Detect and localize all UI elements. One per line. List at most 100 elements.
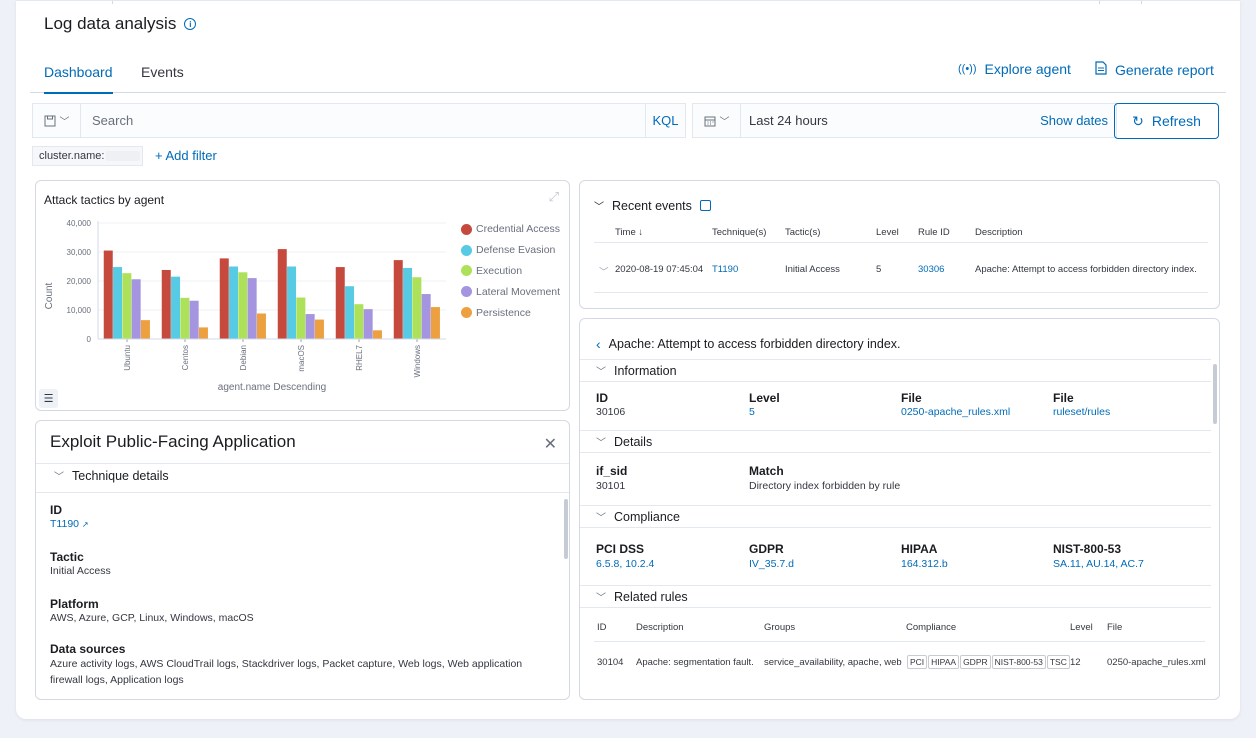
legend-swatch <box>461 286 472 298</box>
column-header[interactable]: Level <box>876 227 899 238</box>
kql-toggle[interactable]: KQL <box>645 104 685 137</box>
page-title: Log data analysis i <box>44 14 197 34</box>
column-header[interactable]: Description <box>975 227 1023 238</box>
y-tick-label: 40,000 <box>67 219 92 228</box>
chevron-down-icon[interactable]: ﹀ <box>599 264 609 278</box>
chevron-down-icon: ﹀ <box>54 472 64 483</box>
event-tactic: Initial Access <box>785 264 840 275</box>
divider <box>580 585 1211 586</box>
external-link-icon: ↗ <box>81 520 89 529</box>
close-icon[interactable]: ✕ <box>544 434 557 454</box>
column-header[interactable]: Groups <box>764 622 795 633</box>
info-icon[interactable]: i <box>184 18 197 30</box>
chevron-down-icon: ﹀ <box>719 117 730 128</box>
recent-events-panel: ﹀ Recent events Time ↓ Technique(s) Tact… <box>579 180 1220 309</box>
information-toggle[interactable]: ﹀ Information <box>596 363 677 379</box>
tab-events[interactable]: Events <box>141 64 184 92</box>
refresh-button[interactable]: ↻ Refresh <box>1114 103 1219 139</box>
redacted-value <box>106 151 141 161</box>
bar-ubuntu-0 <box>103 250 113 339</box>
related-rule-file[interactable]: 0250-apache_rules.xml <box>1107 657 1206 668</box>
column-header[interactable]: Description <box>636 622 684 633</box>
show-dates-link[interactable]: Show dates <box>1040 113 1116 128</box>
scrollbar[interactable] <box>564 499 568 559</box>
compliance-value[interactable]: 164.312.b <box>901 558 948 570</box>
rule-id-link[interactable]: 30306 <box>918 264 944 275</box>
recent-events-header[interactable]: ﹀ Recent events <box>594 198 711 213</box>
legend-item[interactable]: Credential Access <box>461 219 560 240</box>
technique-id-link[interactable]: T1190 <box>50 518 79 530</box>
divider <box>580 430 1211 431</box>
legend-label: Execution <box>476 264 523 277</box>
page-title-text: Log data analysis <box>44 14 177 33</box>
explore-agent-button[interactable]: ((•)) Explore agent <box>958 61 1071 77</box>
compliance-badge: HIPAA <box>928 655 960 669</box>
table-row[interactable]: ﹀ 2020-08-19 07:45:04 T1190 Initial Acce… <box>594 243 1208 293</box>
column-header[interactable]: Rule ID <box>918 227 950 238</box>
y-tick-label: 0 <box>87 335 92 344</box>
quick-date-menu[interactable]: ﹀ <box>693 104 741 137</box>
column-header[interactable]: File <box>1107 622 1122 633</box>
info-value[interactable]: ruleset/rules <box>1053 406 1110 418</box>
legend-swatch <box>461 307 472 319</box>
rule-detail-panel: ‹ Apache: Attempt to access forbidden di… <box>579 318 1220 700</box>
search-input[interactable]: Search <box>81 113 645 128</box>
legend-swatch <box>461 244 472 256</box>
technique-details-toggle[interactable]: ﹀ Technique details <box>54 468 169 484</box>
compliance-badge: PCI <box>907 655 928 669</box>
column-header[interactable]: Level <box>1070 622 1093 633</box>
compliance-badge: GDPR <box>960 655 991 669</box>
top-divider <box>112 1 113 4</box>
column-header[interactable]: Time ↓ <box>615 227 643 238</box>
info-label: ID <box>596 391 608 405</box>
detail-label: Match <box>749 464 784 478</box>
bar-windows-4 <box>430 307 440 339</box>
legend-item[interactable]: Defense Evasion <box>461 240 560 261</box>
technique-link[interactable]: T1190 <box>712 264 738 275</box>
calendar-icon <box>704 116 715 126</box>
related-rules-toggle[interactable]: ﹀ Related rules <box>596 589 688 605</box>
tab-dashboard[interactable]: Dashboard <box>44 64 113 94</box>
chart-legend: Credential Access Defense Evasion Executio… <box>461 219 560 323</box>
legend-item[interactable]: Persistence <box>461 302 560 323</box>
date-picker: ﹀ Last 24 hours Show dates <box>692 103 1117 138</box>
expand-icon[interactable]: ⤢ <box>549 189 559 205</box>
list-icon[interactable]: ☰ <box>39 389 58 408</box>
divider <box>36 492 569 493</box>
info-value[interactable]: 5 <box>749 406 755 418</box>
scrollbar[interactable] <box>1213 364 1217 424</box>
legend-item[interactable]: Lateral Movement <box>461 281 560 302</box>
generate-report-button[interactable]: Generate report <box>1095 61 1214 78</box>
field-value: T1190 ↗ <box>50 516 555 533</box>
column-header[interactable]: Tactic(s) <box>785 227 820 238</box>
chevron-down-icon: ﹀ <box>596 367 606 378</box>
compliance-value[interactable]: SA.11, AU.14, AC.7 <box>1053 558 1144 570</box>
legend-item[interactable]: Execution <box>461 261 560 282</box>
x-tick-label: macOS <box>297 345 306 372</box>
add-filter-button[interactable]: + Add filter <box>155 148 217 163</box>
bar-windows-1 <box>403 267 413 339</box>
compliance-value[interactable]: IV_35.7.d <box>749 558 794 570</box>
filter-pill-label: cluster.name: <box>39 150 105 162</box>
column-header[interactable]: Compliance <box>906 622 956 633</box>
column-header[interactable]: ID <box>597 622 607 633</box>
detail-label: if_sid <box>596 464 628 478</box>
legend-swatch <box>461 265 472 277</box>
compliance-toggle[interactable]: ﹀ Compliance <box>596 509 680 525</box>
related-rule-id[interactable]: 30104 <box>597 657 623 668</box>
details-toggle[interactable]: ﹀ Details <box>596 434 652 450</box>
external-link-icon[interactable] <box>699 200 711 211</box>
technique-panel: Exploit Public-Facing Application ✕ ﹀ Te… <box>35 420 570 700</box>
section-label: Technique details <box>72 468 169 483</box>
compliance-value[interactable]: 6.5.8, 10.2.4 <box>596 558 654 570</box>
tab-bar: Dashboard Events ((•)) Explore agent Gen… <box>30 54 1226 94</box>
related-rule-level: 12 <box>1070 657 1081 668</box>
saved-query-menu[interactable]: ﹀ <box>33 104 81 137</box>
column-header[interactable]: Technique(s) <box>712 227 766 238</box>
filter-pill[interactable]: cluster.name: <box>32 146 143 166</box>
date-range-text[interactable]: Last 24 hours <box>741 113 1040 128</box>
chevron-left-icon[interactable]: ‹ <box>596 336 601 352</box>
info-value[interactable]: 0250-apache_rules.xml <box>901 406 1010 418</box>
field-value: Initial Access <box>50 565 111 577</box>
event-description: Apache: Attempt to access forbidden dire… <box>975 264 1197 275</box>
